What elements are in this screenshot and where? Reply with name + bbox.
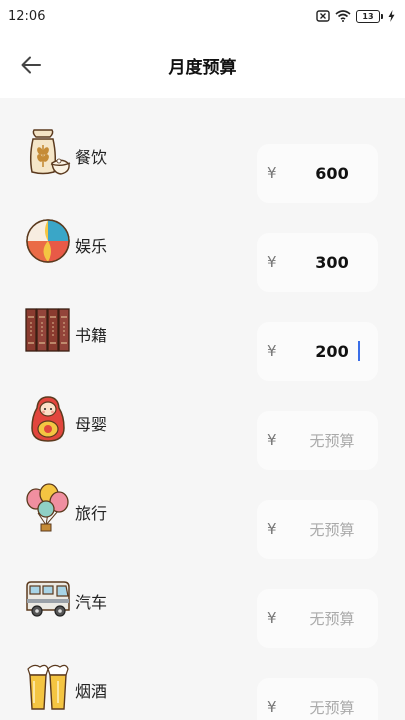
category-label: 母婴: [75, 415, 108, 434]
arrow-left-icon: [21, 56, 41, 74]
yen-symbol: ¥: [267, 609, 277, 627]
sim-off-icon: [316, 10, 330, 22]
category-label: 娱乐: [75, 237, 108, 256]
wifi-icon: [335, 10, 351, 22]
amount-field-maternity[interactable]: ¥: [257, 411, 378, 470]
yen-symbol: ¥: [267, 520, 277, 538]
yen-symbol: ¥: [267, 342, 277, 360]
app-header: 月度预算: [0, 32, 405, 98]
yen-symbol: ¥: [267, 698, 277, 716]
amount-field-car[interactable]: ¥: [257, 589, 378, 648]
charging-icon: [388, 10, 395, 22]
amount-field-books[interactable]: ¥: [257, 322, 378, 381]
category-label: 汽车: [75, 593, 108, 612]
rv-camper-icon: [26, 581, 70, 617]
nesting-doll-icon: [31, 396, 65, 442]
yen-symbol: ¥: [267, 253, 277, 271]
amount-field-tobacco-alcohol[interactable]: ¥: [257, 678, 378, 720]
category-label: 餐饮: [75, 148, 108, 167]
grain-sack-icon: [29, 129, 71, 175]
budget-row-car: 汽车 ¥: [0, 558, 405, 648]
text-cursor: [358, 341, 360, 361]
beach-ball-icon: [26, 219, 70, 263]
battery-level: 13: [356, 9, 380, 23]
budget-input-entertainment[interactable]: [293, 245, 371, 280]
status-bar: 12:06 13: [0, 0, 405, 32]
yen-symbol: ¥: [267, 431, 277, 449]
budget-row-books: 书籍 ¥: [0, 291, 405, 381]
yen-symbol: ¥: [267, 164, 277, 182]
back-button[interactable]: [14, 50, 48, 80]
budget-input-maternity[interactable]: [293, 423, 371, 458]
page-title: 月度预算: [168, 57, 237, 78]
budget-row-travel: 旅行 ¥: [0, 469, 405, 559]
amount-field-food[interactable]: ¥: [257, 144, 378, 203]
category-label: 旅行: [75, 504, 108, 523]
status-icons: 13: [316, 9, 395, 23]
budget-input-food[interactable]: [293, 156, 371, 191]
budget-input-tobacco-alcohol[interactable]: [293, 690, 371, 720]
amount-field-travel[interactable]: ¥: [257, 500, 378, 559]
budget-row-maternity: 母婴 ¥: [0, 380, 405, 470]
battery-icon: 13: [356, 9, 383, 23]
beer-cheers-icon: [27, 664, 69, 710]
budget-row-food: 餐饮 ¥: [0, 113, 405, 203]
amount-field-entertainment[interactable]: ¥: [257, 233, 378, 292]
books-icon: [25, 308, 70, 352]
category-label: 书籍: [75, 326, 108, 345]
budget-input-car[interactable]: [293, 601, 371, 636]
balloons-icon: [26, 483, 69, 532]
category-label: 烟酒: [75, 682, 108, 701]
budget-row-tobacco-alcohol: 烟酒 ¥: [0, 647, 405, 720]
budget-list: 餐饮 ¥ 娱乐 ¥ 书籍: [0, 98, 405, 720]
budget-input-travel[interactable]: [293, 512, 371, 547]
budget-row-entertainment: 娱乐 ¥: [0, 202, 405, 292]
status-time: 12:06: [8, 8, 46, 24]
